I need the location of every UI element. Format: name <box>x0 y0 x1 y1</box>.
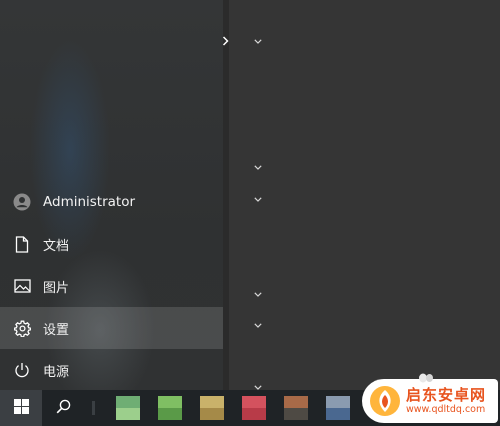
app-icon-pixel-block <box>284 408 308 420</box>
app-icon-pixel-block <box>158 408 182 420</box>
menu-item-documents[interactable]: 文档 <box>0 223 223 265</box>
app-icon-pixel-block <box>326 408 350 420</box>
chevron-down-icon[interactable] <box>253 162 263 172</box>
app-icon-pixel-block <box>284 396 308 408</box>
user-name: Administrator <box>43 194 136 210</box>
gear-icon <box>12 318 32 338</box>
windows-logo-icon <box>13 398 29 418</box>
app-icon-pixel-block <box>326 396 350 408</box>
menu-item-label: 设置 <box>43 322 70 338</box>
power-icon <box>12 360 32 380</box>
document-icon <box>12 234 32 254</box>
menu-item-label: 图片 <box>43 280 70 296</box>
search-icon <box>56 399 71 418</box>
app-icon-pixel-block <box>116 396 140 408</box>
user-account-item[interactable]: Administrator <box>0 181 223 223</box>
taskbar-divider <box>92 401 95 415</box>
app-icon-pixel-block <box>116 408 140 420</box>
chevron-down-icon[interactable] <box>253 36 263 46</box>
menu-item-label: 文档 <box>43 238 70 254</box>
app-icon-pixel-block <box>200 396 224 408</box>
menu-item-label: 电源 <box>43 364 70 380</box>
chevron-down-icon[interactable] <box>253 320 263 330</box>
pixelated-app-icon[interactable] <box>242 396 266 420</box>
chevron-down-icon[interactable] <box>253 194 263 204</box>
pixelated-app-icon[interactable] <box>200 396 224 420</box>
menu-item-power[interactable]: 电源 <box>0 349 223 391</box>
menu-item-settings[interactable]: 设置 <box>0 307 223 349</box>
picture-icon <box>12 276 32 296</box>
start-menu-left-pane: Administrator 文档 图片 设置 电源 <box>0 0 223 390</box>
pixelated-app-icon[interactable] <box>326 396 350 420</box>
menu-item-pictures[interactable]: 图片 <box>0 265 223 307</box>
user-avatar-icon <box>12 192 32 212</box>
app-icon-pixel-block <box>242 396 266 408</box>
pixelated-app-icon[interactable] <box>116 396 140 420</box>
search-button[interactable] <box>46 390 80 426</box>
watermark-title: 启东安卓网 <box>406 386 487 404</box>
pixelated-app-icon[interactable] <box>284 396 308 420</box>
watermark-url: www.qdltdq.com <box>406 404 486 415</box>
chat-bubble-icon <box>418 371 434 385</box>
app-icon-pixel-block <box>158 396 182 408</box>
chevron-down-icon[interactable] <box>253 289 263 299</box>
watermark-logo-icon <box>368 384 402 418</box>
pixelated-app-icon[interactable] <box>158 396 182 420</box>
tiles-pane <box>229 0 500 390</box>
app-icon-pixel-block <box>200 408 224 420</box>
app-icon-pixel-block <box>242 408 266 420</box>
start-button[interactable] <box>0 390 42 426</box>
